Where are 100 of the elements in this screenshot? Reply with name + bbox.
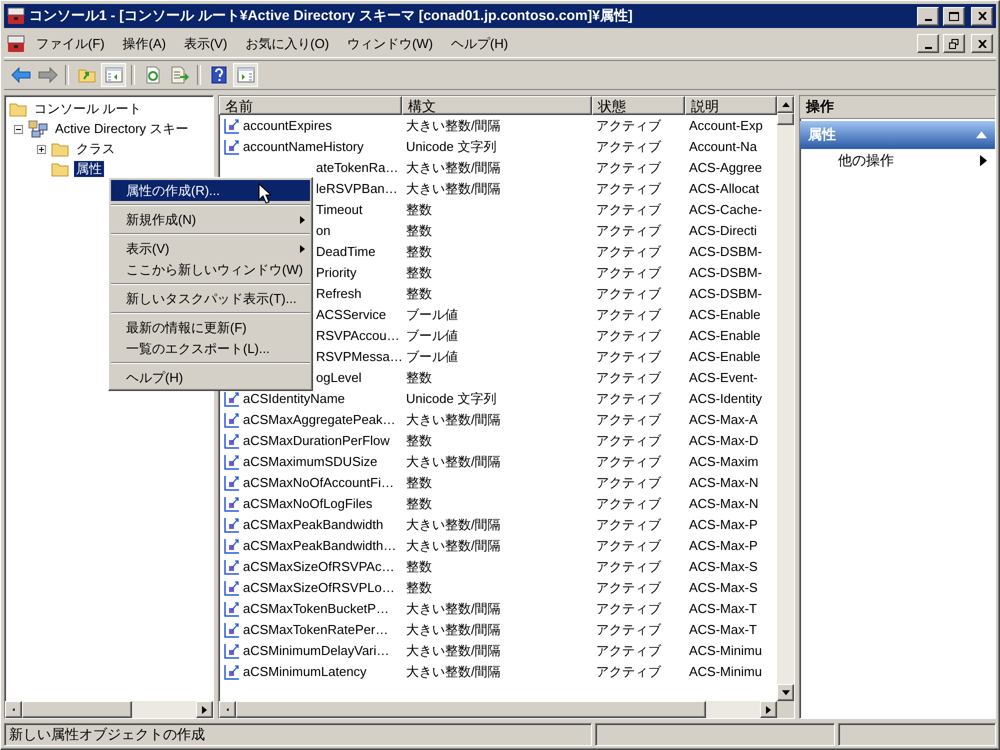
minimize-icon xyxy=(924,19,932,21)
column-header[interactable]: 説明 xyxy=(685,96,777,115)
table-cell: アクティブ xyxy=(596,642,661,660)
menu-item[interactable]: お気に入り(O) xyxy=(238,32,336,54)
menu-item[interactable]: 操作(A) xyxy=(116,32,173,54)
minimize-button[interactable] xyxy=(917,34,939,53)
maximize-button[interactable] xyxy=(943,6,965,26)
attribute-icon xyxy=(223,516,241,534)
table-cell: 大きい整数/間隔 xyxy=(406,158,501,176)
table-cell: アクティブ xyxy=(596,452,661,470)
table-cell: ブール値 xyxy=(406,348,458,366)
table-cell: 大きい整数/間隔 xyxy=(406,410,501,428)
menu-item[interactable]: 新しいタスクパッド表示(T)... xyxy=(111,288,310,309)
table-cell: ACS-Event- xyxy=(689,370,758,385)
table-cell: aCSMaxTokenBucketP… xyxy=(243,601,389,616)
table-cell: aCSMaximumSDUSize xyxy=(243,454,378,469)
table-cell: 大きい整数/間隔 xyxy=(406,452,501,470)
vertical-scrollbar[interactable] xyxy=(777,96,794,701)
menu-item[interactable]: ヘルプ(H) xyxy=(111,367,310,388)
table-cell: アクティブ xyxy=(596,138,661,156)
column-header[interactable]: 構文 xyxy=(402,96,592,115)
collapse-toggle[interactable] xyxy=(14,124,23,134)
table-cell: aCSMaxPeakBandwidth xyxy=(243,517,384,532)
horizontal-scrollbar[interactable] xyxy=(5,701,213,718)
menu-item[interactable]: 表示(V) xyxy=(111,238,310,259)
tree-item[interactable]: Active Directory スキー xyxy=(53,121,191,137)
column-header[interactable]: 状態 xyxy=(592,96,685,115)
menu-item[interactable]: 一覧のエクスポート(L)... xyxy=(111,338,310,359)
toolbox-icon xyxy=(7,34,25,52)
scroll-left-button[interactable] xyxy=(5,701,22,718)
scrollbar-thumb[interactable] xyxy=(777,113,794,125)
table-cell: 整数 xyxy=(406,200,432,218)
up-arrow-icon xyxy=(782,102,790,108)
submenu-arrow-icon xyxy=(300,244,305,252)
scroll-right-button[interactable] xyxy=(196,701,213,718)
table-cell: 整数 xyxy=(406,264,432,282)
table-cell: アクティブ xyxy=(596,536,661,554)
close-button[interactable] xyxy=(971,6,993,26)
table-cell: ACS-Max-T xyxy=(689,601,757,616)
table-cell: Unicode 文字列 xyxy=(406,390,496,408)
menu-item[interactable]: ここから新しいウィンドウ(W) xyxy=(111,259,310,280)
close-button[interactable] xyxy=(971,34,993,53)
menu-item[interactable]: 属性の作成(R)... xyxy=(111,180,310,201)
attribute-icon xyxy=(223,600,241,618)
menu-item[interactable]: ファイル(F) xyxy=(29,32,112,54)
horizontal-scrollbar[interactable] xyxy=(219,701,794,718)
table-cell: ogLevel xyxy=(316,370,362,385)
table-cell: accountExpires xyxy=(243,118,332,133)
scroll-right-button[interactable] xyxy=(760,701,777,718)
table-cell: ACS-Maxim xyxy=(689,454,758,469)
table-cell: Unicode 文字列 xyxy=(406,138,496,156)
table-cell: aCSMaxNoOfAccountFi… xyxy=(243,475,394,490)
table-cell: ACS-Minimu xyxy=(689,664,762,679)
table-cell: アクティブ xyxy=(596,432,661,450)
table-cell: ACS-DSBM- xyxy=(689,265,762,280)
restore-icon xyxy=(949,38,959,48)
minimize-button[interactable] xyxy=(917,6,939,26)
table-cell: 大きい整数/間隔 xyxy=(406,516,501,534)
table-cell: 整数 xyxy=(406,558,432,576)
table-cell: ACS-Max-S xyxy=(689,580,758,595)
restore-button[interactable] xyxy=(943,34,965,53)
menu-item[interactable]: 最新の情報に更新(F) xyxy=(111,317,310,338)
table-cell: アクティブ xyxy=(596,390,661,408)
down-arrow-icon xyxy=(782,690,790,696)
attribute-icon xyxy=(223,390,241,408)
menu-item[interactable]: 新規作成(N) xyxy=(111,209,310,230)
scrollbar-thumb[interactable] xyxy=(22,701,132,718)
scroll-up-button[interactable] xyxy=(777,96,794,113)
tree-item[interactable]: クラス xyxy=(74,141,117,157)
table-cell: 大きい整数/間隔 xyxy=(406,662,501,680)
table-cell: ACSService xyxy=(316,307,386,322)
left-arrow-icon xyxy=(11,708,16,712)
tree-item[interactable]: 属性 xyxy=(74,161,104,177)
action-pane-icon xyxy=(236,67,254,83)
menu-item[interactable]: ウィンドウ(W) xyxy=(340,32,440,54)
attribute-icon xyxy=(223,494,241,512)
scrollbar-thumb[interactable] xyxy=(236,701,706,718)
maximize-icon xyxy=(949,12,959,20)
action-item[interactable]: 他の操作 xyxy=(800,149,995,173)
expand-toggle[interactable] xyxy=(37,144,46,154)
table-cell: leRSVPBan… xyxy=(316,181,398,196)
tree-item[interactable]: コンソール ルート xyxy=(32,101,144,117)
menu-item[interactable]: ヘルプ(H) xyxy=(444,32,516,54)
table-cell: アクティブ xyxy=(596,222,661,240)
table-cell: Account-Na xyxy=(689,139,757,154)
forward-arrow-icon xyxy=(38,67,58,83)
menu-item[interactable]: 表示(V) xyxy=(176,32,234,54)
attribute-icon xyxy=(223,558,241,576)
table-cell: aCSMinimumDelayVari… xyxy=(243,643,390,658)
table-cell: 大きい整数/間隔 xyxy=(406,180,501,198)
attribute-icon xyxy=(223,642,241,660)
column-header[interactable]: 名前 xyxy=(219,96,402,115)
actions-header: 操作 xyxy=(800,96,995,119)
table-cell: ACS-Max-T xyxy=(689,622,757,637)
submenu-arrow-icon xyxy=(980,155,987,167)
table-cell: ACS-Max-N xyxy=(689,475,758,490)
scroll-left-button[interactable] xyxy=(219,701,236,718)
scroll-down-button[interactable] xyxy=(777,684,794,701)
table-cell: アクティブ xyxy=(596,284,661,302)
table-cell: アクティブ xyxy=(596,494,661,512)
